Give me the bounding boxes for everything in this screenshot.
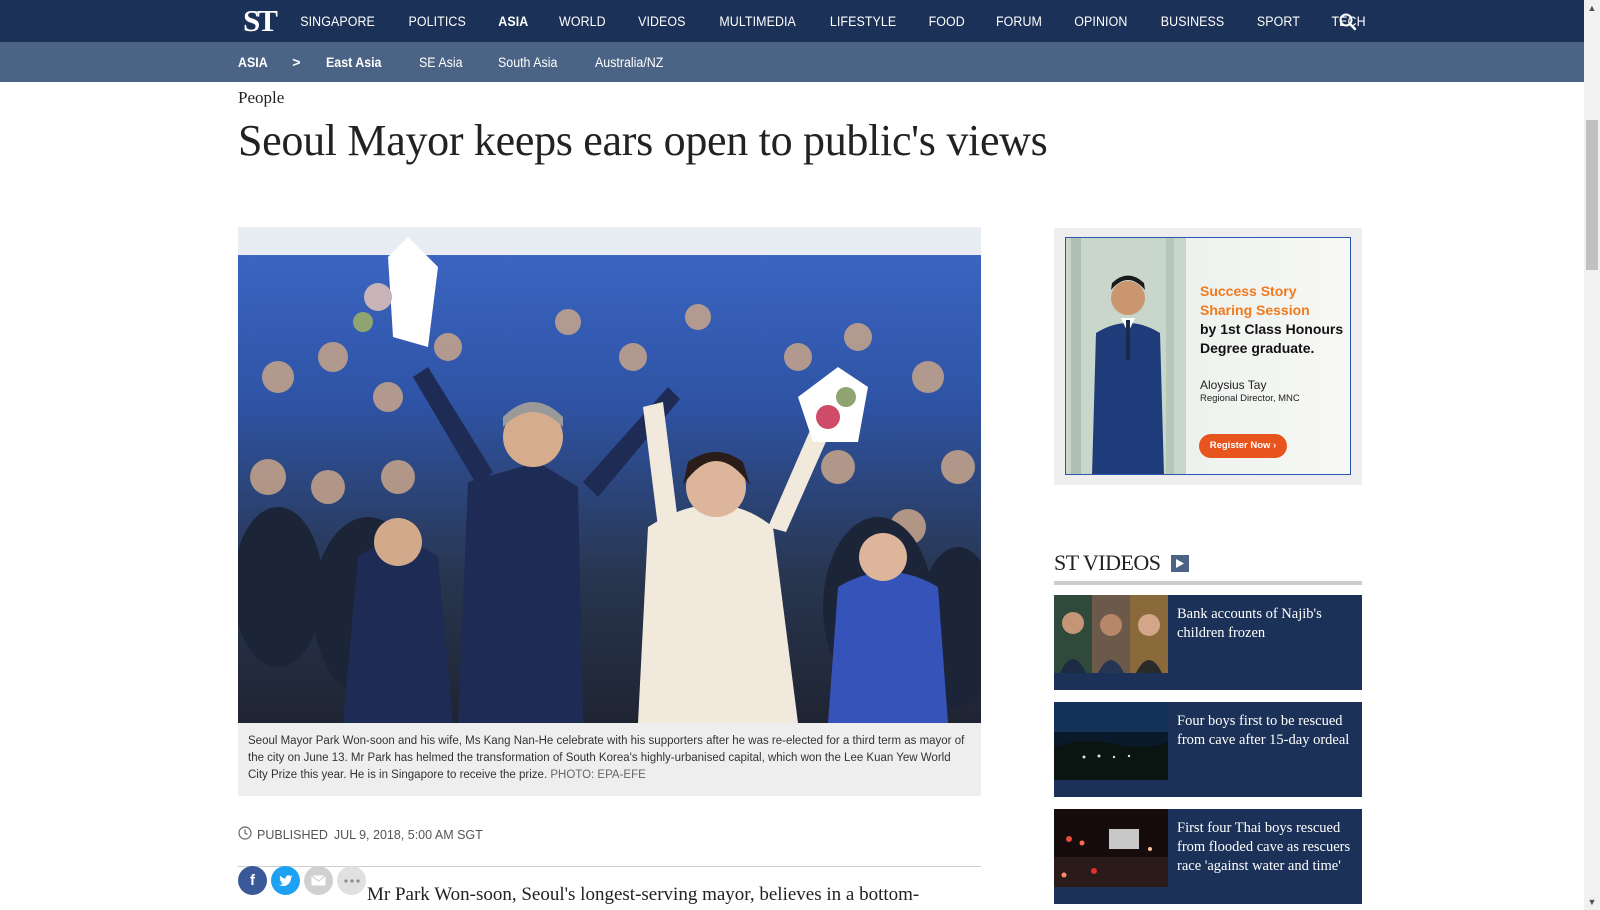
scroll-up-arrow-icon[interactable]: ▲ xyxy=(1584,0,1600,16)
published-date: JUL 9, 2018, 5:00 AM SGT xyxy=(333,827,483,842)
photo-caption: Seoul Mayor Park Won-soon and his wife, … xyxy=(238,723,981,796)
nav-opinion[interactable]: OPINION xyxy=(1062,0,1141,42)
subnav-south-asia[interactable]: South Asia xyxy=(498,55,557,70)
more-icon xyxy=(343,878,360,883)
nav-food[interactable]: FOOD xyxy=(916,0,978,42)
ad-register-button[interactable]: Register Now › xyxy=(1199,434,1287,458)
search-icon[interactable] xyxy=(1338,12,1358,32)
ad-title: Success Story Sharing Session xyxy=(1200,283,1310,318)
ad-person-name: Aloysius Tay xyxy=(1200,378,1267,392)
email-icon xyxy=(311,875,326,886)
video-thumbnail xyxy=(1054,809,1168,887)
nav-sport[interactable]: SPORT xyxy=(1244,0,1313,42)
nav-singapore[interactable]: SINGAPORE xyxy=(287,0,387,42)
st-videos-header: ST VIDEOS xyxy=(1054,550,1189,576)
nav-lifestyle[interactable]: LIFESTYLE xyxy=(817,0,909,42)
video-title[interactable]: First four Thai boys rescued from floode… xyxy=(1177,819,1355,876)
video-title[interactable]: Four boys first to be rescued from cave … xyxy=(1177,712,1355,750)
facebook-share-button[interactable]: f xyxy=(238,866,267,895)
article-photo xyxy=(238,227,981,723)
breadcrumb-separator: > xyxy=(292,54,301,70)
video-card-cave-rescue[interactable]: Four boys first to be rescued from cave … xyxy=(1054,702,1362,797)
more-share-button[interactable] xyxy=(337,866,366,895)
subnav-east-asia[interactable]: East Asia xyxy=(326,55,381,70)
twitter-share-button[interactable] xyxy=(271,866,300,895)
video-card-thai-boys[interactable]: First four Thai boys rescued from floode… xyxy=(1054,809,1362,904)
email-share-button[interactable] xyxy=(304,866,333,895)
article-lede: Mr Park Won-soon, Seoul's longest-servin… xyxy=(367,884,920,905)
st-videos-divider xyxy=(1054,581,1362,585)
photo-credit: PHOTO: EPA-EFE xyxy=(550,769,646,781)
subnav-section-asia[interactable]: ASIA xyxy=(238,55,268,70)
scrollbar-thumb[interactable] xyxy=(1586,120,1598,270)
st-videos-title[interactable]: ST VIDEOS xyxy=(1054,550,1161,576)
article-kicker[interactable]: People xyxy=(238,88,284,108)
article-photo-figure: Seoul Mayor Park Won-soon and his wife, … xyxy=(238,227,981,796)
published-meta: PUBLISHED JUL 9, 2018, 5:00 AM SGT xyxy=(238,826,483,843)
video-thumbnail xyxy=(1054,702,1168,780)
published-label: PUBLISHED xyxy=(257,827,328,842)
site-logo[interactable]: ST xyxy=(243,3,278,39)
nav-videos[interactable]: VIDEOS xyxy=(625,0,698,42)
play-icon[interactable] xyxy=(1170,554,1189,572)
section-subnav: ASIA > East Asia SE Asia South Asia Aust… xyxy=(0,42,1584,82)
nav-multimedia[interactable]: MULTIMEDIA xyxy=(706,0,808,42)
twitter-icon xyxy=(278,874,292,886)
clock-icon xyxy=(238,826,252,843)
nav-politics[interactable]: POLITICS xyxy=(396,0,479,42)
video-thumbnail xyxy=(1054,595,1168,673)
article-headline: Seoul Mayor keeps ears open to public's … xyxy=(238,116,1048,165)
ad-banner[interactable]: Success Story Sharing Session by 1st Cla… xyxy=(1065,237,1351,475)
subnav-se-asia[interactable]: SE Asia xyxy=(419,55,462,70)
nav-business[interactable]: BUSINESS xyxy=(1148,0,1237,42)
ad-person-role: Regional Director, MNC xyxy=(1200,393,1300,404)
share-bar: f xyxy=(238,866,366,895)
nav-world[interactable]: WORLD xyxy=(546,0,618,42)
subnav-australia-nz[interactable]: Australia/NZ xyxy=(595,55,663,70)
facebook-icon: f xyxy=(250,872,255,889)
video-card-najib[interactable]: Bank accounts of Najib's children frozen xyxy=(1054,595,1362,690)
nav-asia[interactable]: ASIA xyxy=(485,0,541,42)
main-nav: SINGAPORE POLITICS ASIA WORLD VIDEOS MUL… xyxy=(283,0,1381,42)
page-scrollbar[interactable]: ▲ ▼ xyxy=(1584,0,1600,910)
nav-forum[interactable]: FORUM xyxy=(984,0,1056,42)
scroll-down-arrow-icon[interactable]: ▼ xyxy=(1584,894,1600,910)
ad-container: Success Story Sharing Session by 1st Cla… xyxy=(1054,228,1362,485)
video-title[interactable]: Bank accounts of Najib's children frozen xyxy=(1177,605,1355,643)
top-navigation: ST SINGAPORE POLITICS ASIA WORLD VIDEOS … xyxy=(0,0,1584,42)
ad-subtitle: by 1st Class Honours Degree graduate. xyxy=(1200,321,1344,356)
